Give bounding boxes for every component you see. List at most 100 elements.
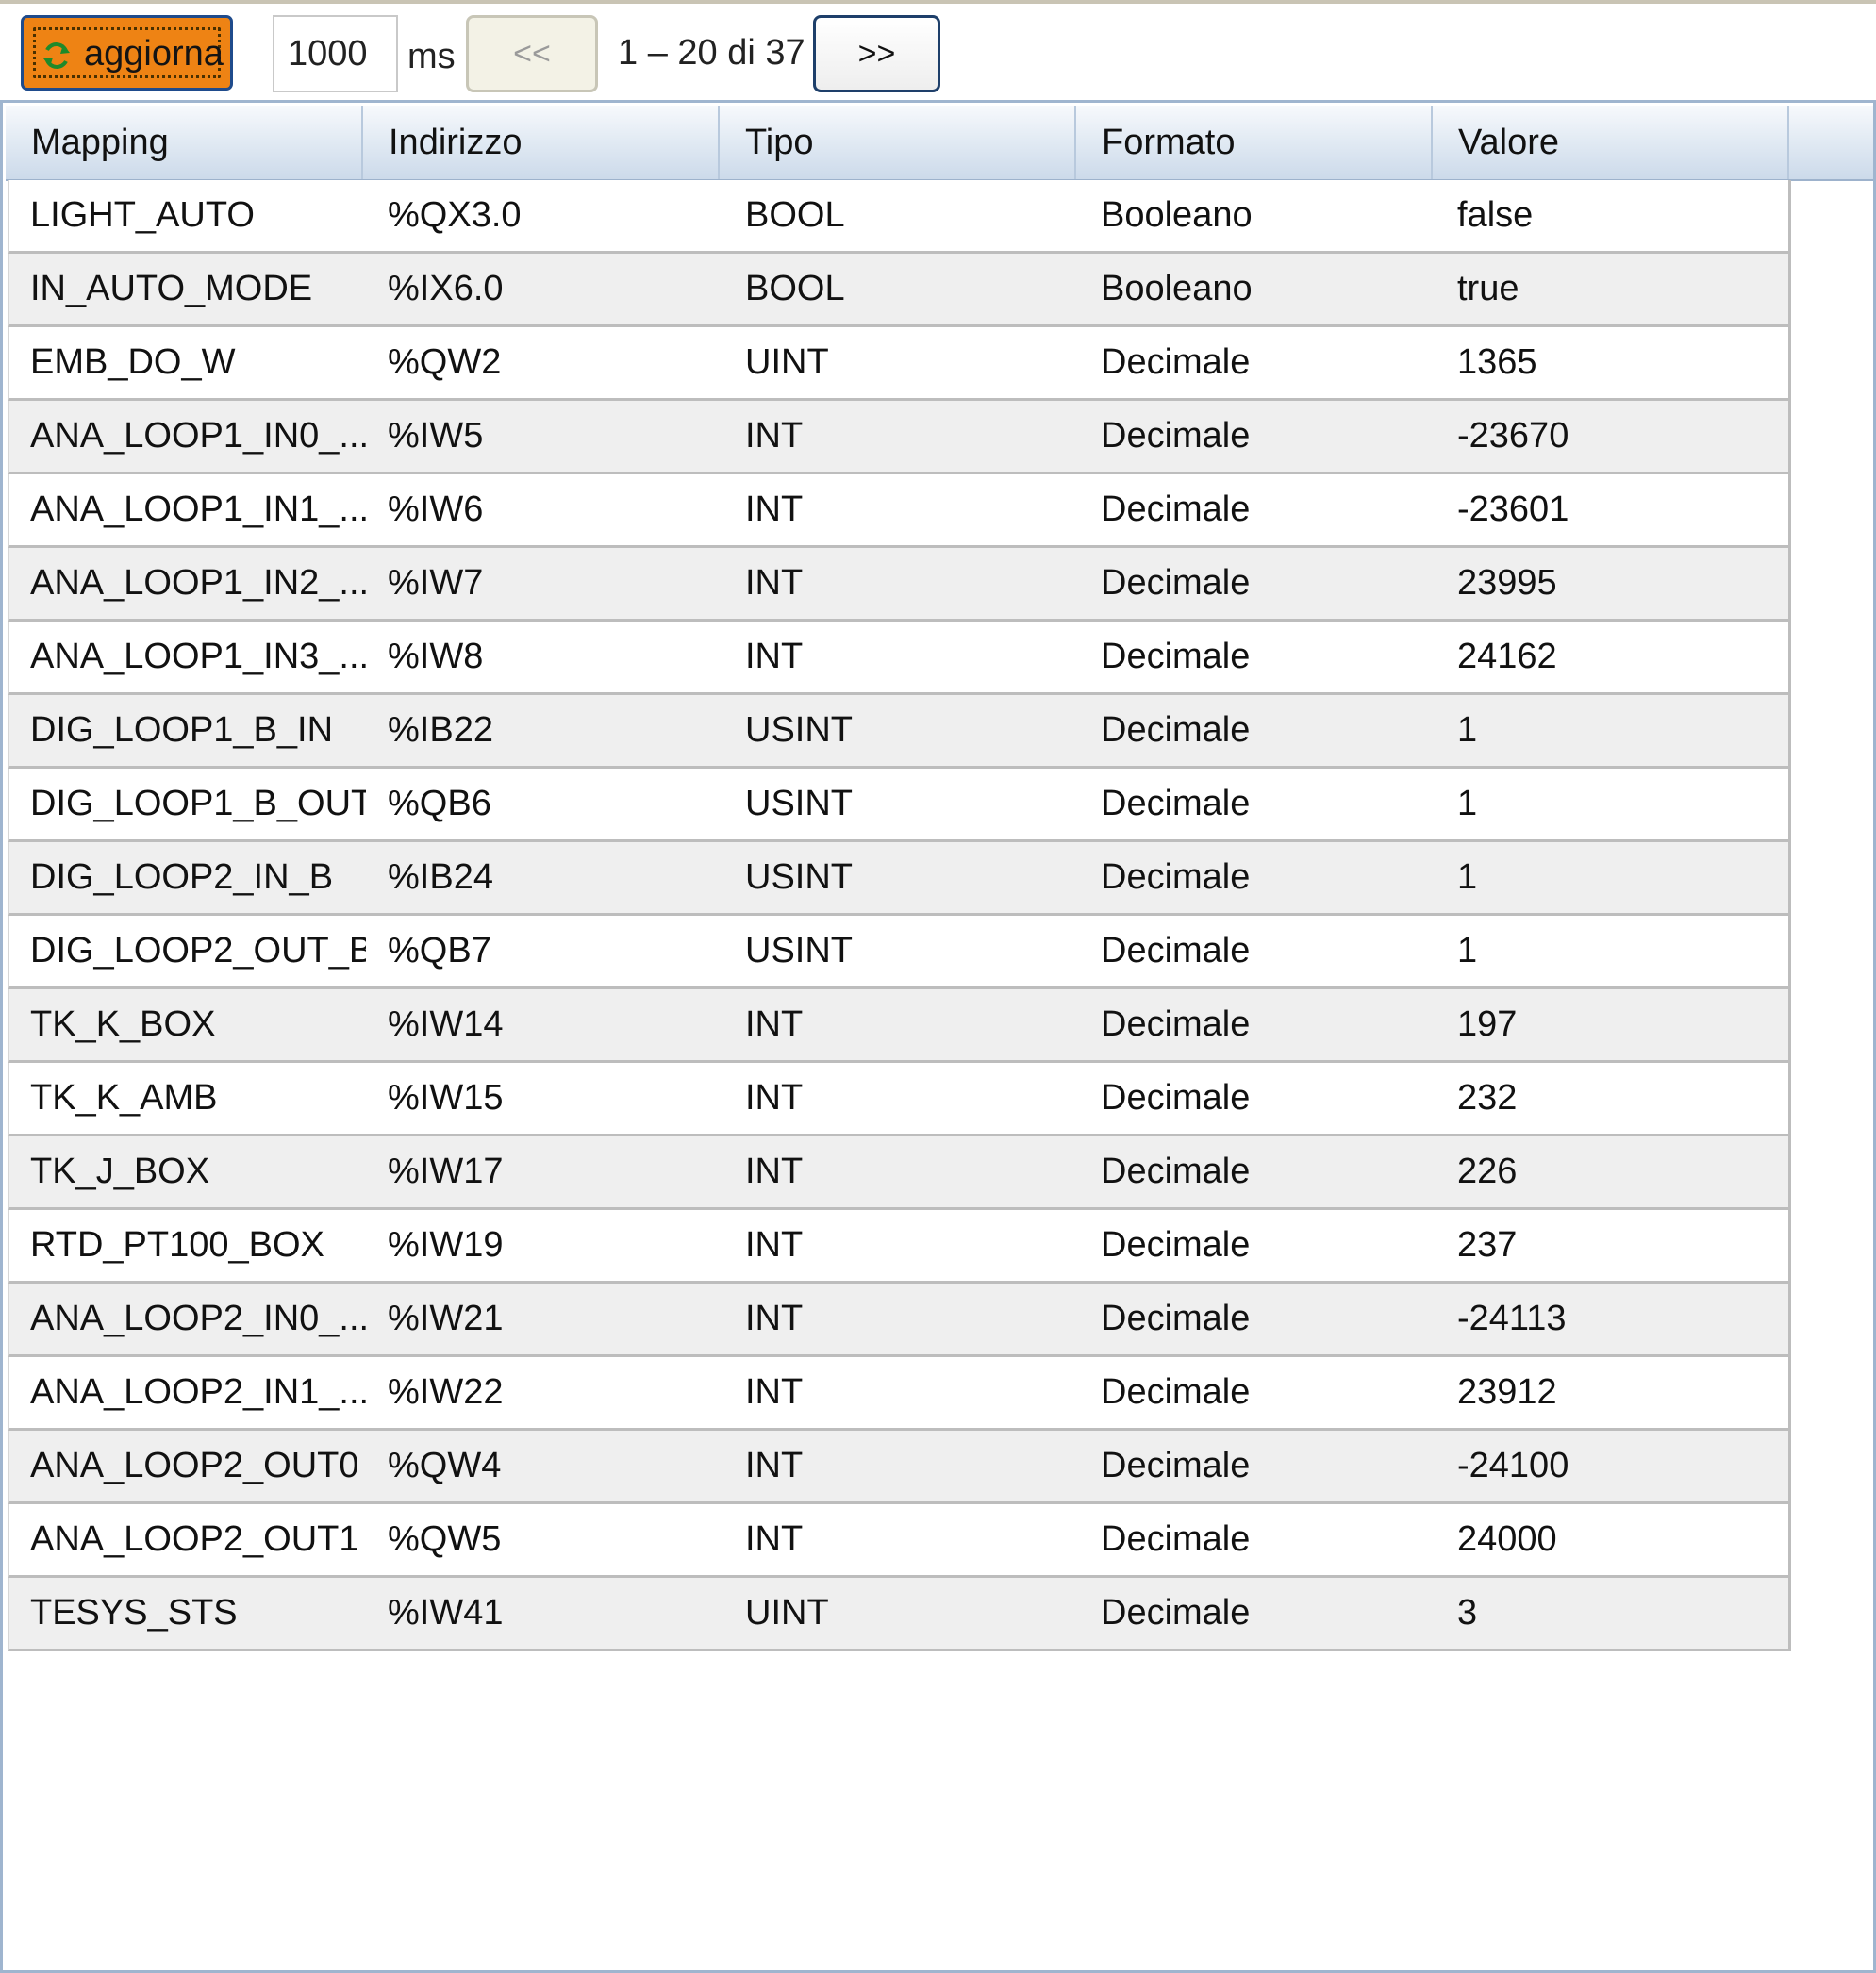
format-cell: Decimale: [1101, 563, 1251, 603]
address-cell: %QW4: [388, 1446, 502, 1485]
value-cell: 1: [1457, 931, 1478, 970]
value-cell: 237: [1457, 1225, 1518, 1265]
table-row[interactable]: TK_K_BOX %IW14 INT Decimale 197: [8, 989, 1791, 1063]
refresh-button[interactable]: aggiorna: [21, 15, 233, 91]
toolbar-divider: [0, 0, 1876, 4]
table-body: LIGHT_AUTO %QX3.0 BOOL Booleano false IN_AUTO…: [8, 180, 1791, 1651]
value-cell: 24000: [1457, 1519, 1557, 1559]
refresh-interval-input[interactable]: [273, 15, 398, 92]
format-cell: Decimale: [1101, 710, 1251, 750]
column-header-mapping[interactable]: Mapping: [6, 106, 363, 179]
value-cell: 3: [1457, 1593, 1478, 1633]
address-cell: %IX6.0: [388, 269, 504, 308]
table-row[interactable]: TK_J_BOX %IW17 INT Decimale 226: [8, 1136, 1791, 1210]
type-cell: INT: [745, 1152, 804, 1191]
value-cell: 1365: [1457, 342, 1537, 382]
value-cell: 24162: [1457, 637, 1557, 676]
table-row[interactable]: ANA_LOOP2_IN0_... %IW21 INT Decimale -24113: [8, 1284, 1791, 1357]
address-cell: %IB22: [388, 710, 493, 750]
address-cell: %IW14: [388, 1004, 504, 1044]
format-cell: Decimale: [1101, 1372, 1251, 1412]
address-cell: %IW41: [388, 1593, 504, 1633]
previous-page-button[interactable]: <<: [466, 15, 598, 92]
value-cell: 1: [1457, 857, 1478, 897]
type-cell: INT: [745, 1299, 804, 1338]
mapping-cell: TESYS_STS: [30, 1593, 238, 1633]
value-cell: -23601: [1457, 489, 1569, 529]
format-cell: Decimale: [1101, 637, 1251, 676]
type-cell: USINT: [745, 710, 853, 750]
value-cell: 1: [1457, 710, 1478, 750]
mapping-cell: DIG_LOOP2_IN_B: [30, 857, 334, 897]
type-cell: INT: [745, 1372, 804, 1412]
table-row[interactable]: DIG_LOOP2_OUT_B %QB7 USINT Decimale 1: [8, 916, 1791, 989]
address-cell: %IW17: [388, 1152, 504, 1191]
value-cell: 232: [1457, 1078, 1518, 1118]
table-row[interactable]: TESYS_STS %IW41 UINT Decimale 3: [8, 1578, 1791, 1651]
address-cell: %QX3.0: [388, 195, 522, 235]
value-cell: -24100: [1457, 1446, 1569, 1485]
mapping-cell: ANA_LOOP2_OUT0: [30, 1446, 359, 1485]
table-header: Mapping Indirizzo Tipo Formato Valore: [6, 106, 1873, 181]
column-header-format[interactable]: Formato: [1076, 106, 1433, 179]
table-row[interactable]: EMB_DO_W %QW2 UINT Decimale 1365: [8, 327, 1791, 401]
table-row[interactable]: RTD_PT100_BOX %IW19 INT Decimale 237: [8, 1210, 1791, 1284]
format-cell: Booleano: [1101, 195, 1253, 235]
column-header-type[interactable]: Tipo: [720, 106, 1076, 179]
table-row[interactable]: LIGHT_AUTO %QX3.0 BOOL Booleano false: [8, 180, 1791, 254]
table-row[interactable]: ANA_LOOP1_IN1_... %IW6 INT Decimale -23601: [8, 474, 1791, 548]
mapping-cell: DIG_LOOP1_B_IN: [30, 710, 334, 750]
mapping-cell: TK_J_BOX: [30, 1152, 210, 1191]
column-header-value[interactable]: Valore: [1433, 106, 1789, 179]
format-cell: Decimale: [1101, 1519, 1251, 1559]
table-row[interactable]: IN_AUTO_MODE %IX6.0 BOOL Booleano true: [8, 254, 1791, 327]
table-row[interactable]: ANA_LOOP2_OUT0 %QW4 INT Decimale -24100: [8, 1431, 1791, 1504]
page-range-label: 1 – 20 di 37: [618, 33, 805, 73]
address-cell: %IW6: [388, 489, 484, 529]
address-cell: %IB24: [388, 857, 493, 897]
address-cell: %IW8: [388, 637, 484, 676]
format-cell: Booleano: [1101, 269, 1253, 308]
type-cell: UINT: [745, 342, 829, 382]
interval-unit-label: ms: [407, 37, 456, 76]
table-row[interactable]: TK_K_AMB %IW15 INT Decimale 232: [8, 1063, 1791, 1136]
column-header-address[interactable]: Indirizzo: [363, 106, 720, 179]
type-cell: UINT: [745, 1593, 829, 1633]
format-cell: Decimale: [1101, 1446, 1251, 1485]
type-cell: INT: [745, 1004, 804, 1044]
value-cell: false: [1457, 195, 1534, 235]
table-row[interactable]: DIG_LOOP2_IN_B %IB24 USINT Decimale 1: [8, 842, 1791, 916]
value-cell: -23670: [1457, 416, 1569, 456]
mapping-cell: TK_K_BOX: [30, 1004, 216, 1044]
type-cell: INT: [745, 637, 804, 676]
address-cell: %IW22: [388, 1372, 504, 1412]
table-row[interactable]: ANA_LOOP2_IN1_... %IW22 INT Decimale 23912: [8, 1357, 1791, 1431]
value-cell: -24113: [1457, 1299, 1567, 1338]
column-header-filler: [1789, 106, 1873, 179]
table-row[interactable]: ANA_LOOP1_IN3_... %IW8 INT Decimale 24162: [8, 622, 1791, 695]
next-page-button[interactable]: >>: [813, 15, 940, 92]
toolbar: aggiorna ms << 1 – 20 di 37 >>: [0, 0, 1876, 100]
address-cell: %QB6: [388, 784, 491, 823]
value-cell: 23912: [1457, 1372, 1557, 1412]
table-row[interactable]: DIG_LOOP1_B_IN %IB22 USINT Decimale 1: [8, 695, 1791, 769]
type-cell: USINT: [745, 931, 853, 970]
mapping-cell: ANA_LOOP1_IN0_...: [30, 416, 366, 456]
mapping-cell: LIGHT_AUTO: [30, 195, 255, 235]
type-cell: BOOL: [745, 269, 845, 308]
table-row[interactable]: DIG_LOOP1_B_OUT %QB6 USINT Decimale 1: [8, 769, 1791, 842]
format-cell: Decimale: [1101, 342, 1251, 382]
format-cell: Decimale: [1101, 1078, 1251, 1118]
value-cell: true: [1457, 269, 1519, 308]
table-row[interactable]: ANA_LOOP1_IN2_... %IW7 INT Decimale 23995: [8, 548, 1791, 622]
mapping-cell: ANA_LOOP1_IN2_...: [30, 563, 366, 603]
address-cell: %QB7: [388, 931, 491, 970]
value-cell: 23995: [1457, 563, 1557, 603]
mapping-cell: ANA_LOOP2_IN1_...: [30, 1372, 366, 1412]
table-row[interactable]: ANA_LOOP1_IN0_... %IW5 INT Decimale -23670: [8, 401, 1791, 474]
refresh-label: aggiorna: [84, 34, 224, 74]
mapping-cell: IN_AUTO_MODE: [30, 269, 313, 308]
format-cell: Decimale: [1101, 1593, 1251, 1633]
format-cell: Decimale: [1101, 857, 1251, 897]
table-row[interactable]: ANA_LOOP2_OUT1 %QW5 INT Decimale 24000: [8, 1504, 1791, 1578]
